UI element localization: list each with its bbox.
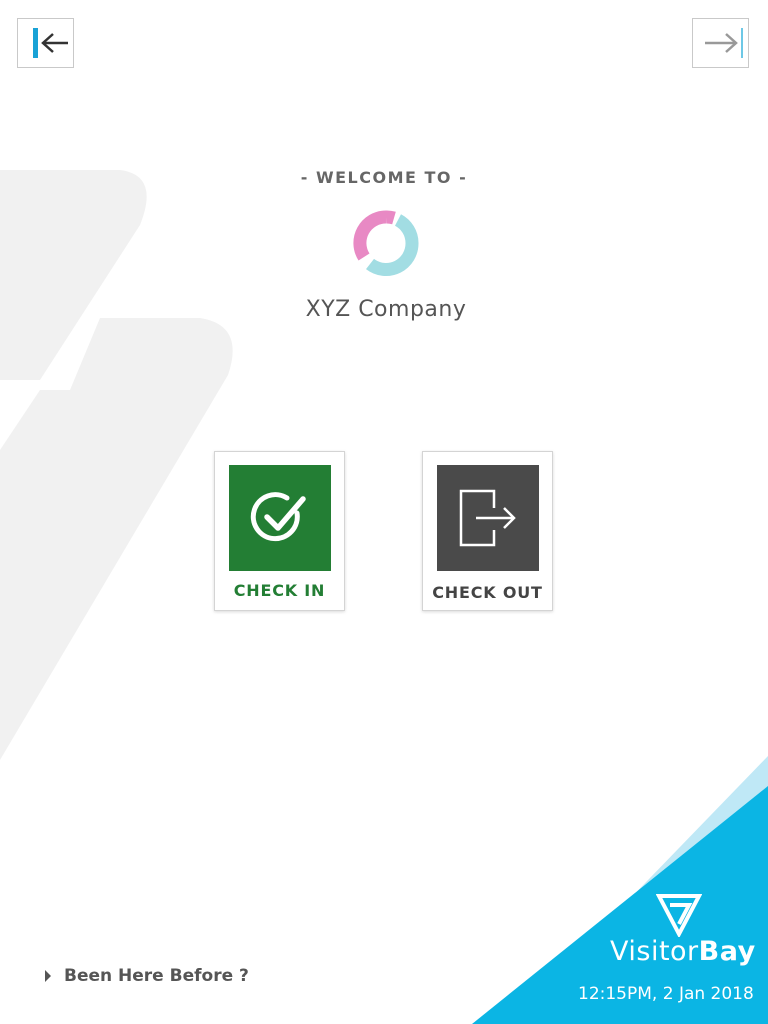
been-here-before-label: Been Here Before ? [64, 966, 249, 986]
arrow-left-bar-icon [32, 28, 68, 58]
brand-corner-shape [472, 756, 768, 1024]
welcome-heading: - WELCOME TO - [300, 168, 468, 187]
check-in-button[interactable]: CHECK IN [214, 451, 345, 611]
check-out-label: CHECK OUT [432, 583, 543, 602]
company-name: XYZ Company [305, 297, 467, 322]
brand-name: VisitorBay [610, 936, 756, 967]
brand-name-bold: Bay [698, 936, 756, 967]
check-in-label: CHECK IN [233, 581, 326, 600]
background-watermark [0, 170, 233, 760]
ring-logo-icon [353, 210, 419, 276]
exit-door-icon [459, 489, 516, 547]
check-out-tile [437, 465, 539, 571]
check-circle-icon [250, 492, 306, 542]
check-out-button[interactable]: CHECK OUT [422, 451, 553, 611]
current-datetime: 12:15PM, 2 Jan 2018 [578, 984, 754, 1004]
brand-name-light: Visitor [610, 936, 699, 967]
arrow-right-bar-icon [704, 28, 743, 58]
visitorbay-logo-icon [656, 894, 702, 937]
forward-button[interactable] [692, 18, 749, 68]
been-here-before-link[interactable]: Been Here Before ? [44, 966, 249, 986]
back-button[interactable] [17, 18, 74, 68]
check-in-tile [229, 465, 331, 571]
caret-right-icon [44, 969, 52, 983]
